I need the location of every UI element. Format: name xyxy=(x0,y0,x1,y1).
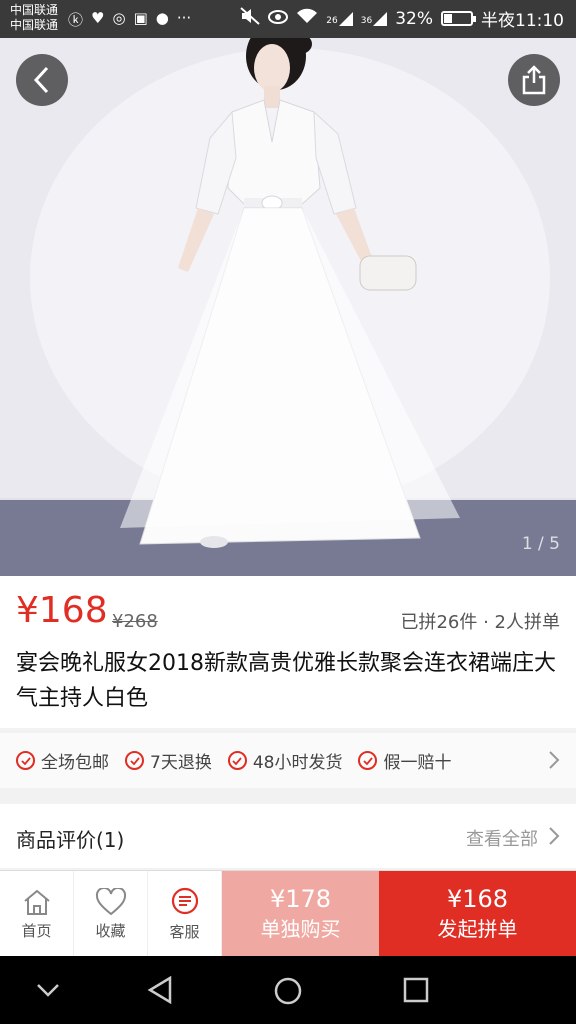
reviews-title: 商品评价(1) xyxy=(16,828,125,852)
service-guarantees[interactable]: 全场包邮 7天退换 48小时发货 假一赔十 xyxy=(0,733,576,788)
view-all-link[interactable]: 查看全部 xyxy=(466,825,538,851)
guarantee-item: 全场包邮 xyxy=(16,748,109,773)
more-icon: ··· xyxy=(176,9,192,27)
heart-icon xyxy=(95,887,126,915)
guarantee-label: 7天退换 xyxy=(150,753,212,773)
product-title: 宴会晚礼服女2018新款高贵优雅长款聚会连衣裙端庄大气主持人白色 xyxy=(16,651,556,711)
group-buy-stats: 已拼26件 · 2人拼单 xyxy=(400,612,560,633)
buy-alone-label: 单独购买 xyxy=(260,917,341,941)
service-label: 客服 xyxy=(169,922,200,941)
product-photo xyxy=(0,38,576,576)
chevron-down-icon[interactable] xyxy=(36,982,60,1001)
favorite-label: 收藏 xyxy=(95,921,126,940)
home-icon xyxy=(23,889,50,915)
check-circle-icon xyxy=(125,751,144,770)
check-circle-icon xyxy=(227,751,247,770)
home-button[interactable]: 首页 xyxy=(0,871,74,957)
wechat-icon: ◎ xyxy=(112,9,126,27)
customer-service-button[interactable]: 客服 xyxy=(148,871,222,957)
health-icon: ♥ xyxy=(91,9,105,27)
carrier-1: 中国联通 xyxy=(10,3,59,17)
status-bar: 中国联通 中国联通 ⓚ ♥ ◎ ▣ ● ··· 26 36 32% 半夜11:1… xyxy=(0,0,576,38)
signal-2-icon: 36 xyxy=(361,11,388,26)
home-label: 首页 xyxy=(21,921,52,940)
guarantee-label: 假一赔十 xyxy=(383,753,452,773)
guarantee-item: 7天退换 xyxy=(125,748,212,773)
eye-icon xyxy=(268,9,289,29)
signal-1-icon: 26 xyxy=(326,11,353,26)
mute-icon xyxy=(240,7,260,30)
favorite-button[interactable]: 收藏 xyxy=(74,871,148,957)
original-price: ¥268 xyxy=(112,611,158,632)
current-price: ¥168 xyxy=(16,590,108,631)
iqiyi-icon: ▣ xyxy=(133,9,148,27)
chevron-right-icon[interactable] xyxy=(548,826,560,850)
image-counter: 1 / 5 xyxy=(521,534,560,554)
chat-icon xyxy=(171,887,198,914)
share-icon xyxy=(522,65,546,95)
guarantee-label: 48小时发货 xyxy=(252,753,343,773)
carrier-labels: 中国联通 中国联通 xyxy=(10,3,58,33)
battery-percent: 32% xyxy=(395,8,433,29)
k-icon: ⓚ xyxy=(68,11,84,29)
product-image[interactable]: 1 / 5 xyxy=(0,38,576,576)
battery-icon xyxy=(441,11,476,26)
status-right: 26 36 32% 半夜11:10 xyxy=(240,6,564,31)
nav-home-icon[interactable] xyxy=(273,976,303,1010)
buy-alone-price: ¥178 xyxy=(269,885,332,913)
bottom-action-bar: 首页 收藏 客服 ¥178 单独购买 ¥168 发起拼单 xyxy=(0,870,576,957)
chevron-left-icon xyxy=(33,66,49,94)
share-button[interactable] xyxy=(508,54,560,106)
buy-alone-button[interactable]: ¥178 单独购买 xyxy=(222,871,379,957)
battery-level xyxy=(444,14,452,23)
guarantee-label: 全场包邮 xyxy=(41,753,109,773)
wifi-icon xyxy=(296,8,318,29)
price-section: ¥168 ¥268 已拼26件 · 2人拼单 宴会晚礼服女2018新款高贵优雅长… xyxy=(0,576,576,728)
system-nav-bar xyxy=(0,956,576,1024)
nav-back-icon[interactable] xyxy=(146,975,174,1008)
chevron-right-icon[interactable] xyxy=(548,750,560,774)
guarantee-item: 48小时发货 xyxy=(227,748,343,773)
guarantee-item: 假一赔十 xyxy=(358,748,451,773)
reviews-row[interactable]: 商品评价(1) 查看全部 xyxy=(0,804,576,868)
check-circle-icon xyxy=(16,751,35,770)
check-circle-icon xyxy=(358,751,378,770)
nav-recents-icon[interactable] xyxy=(403,977,429,1007)
notification-icons: ⓚ ♥ ◎ ▣ ● ··· xyxy=(68,9,191,30)
group-buy-price: ¥168 xyxy=(446,885,509,913)
carrier-2: 中国联通 xyxy=(10,18,59,32)
message-icon: ● xyxy=(155,9,169,27)
clock: 半夜11:10 xyxy=(481,11,564,31)
group-buy-button[interactable]: ¥168 发起拼单 xyxy=(379,871,576,957)
group-buy-label: 发起拼单 xyxy=(437,917,518,941)
back-button[interactable] xyxy=(16,54,68,106)
